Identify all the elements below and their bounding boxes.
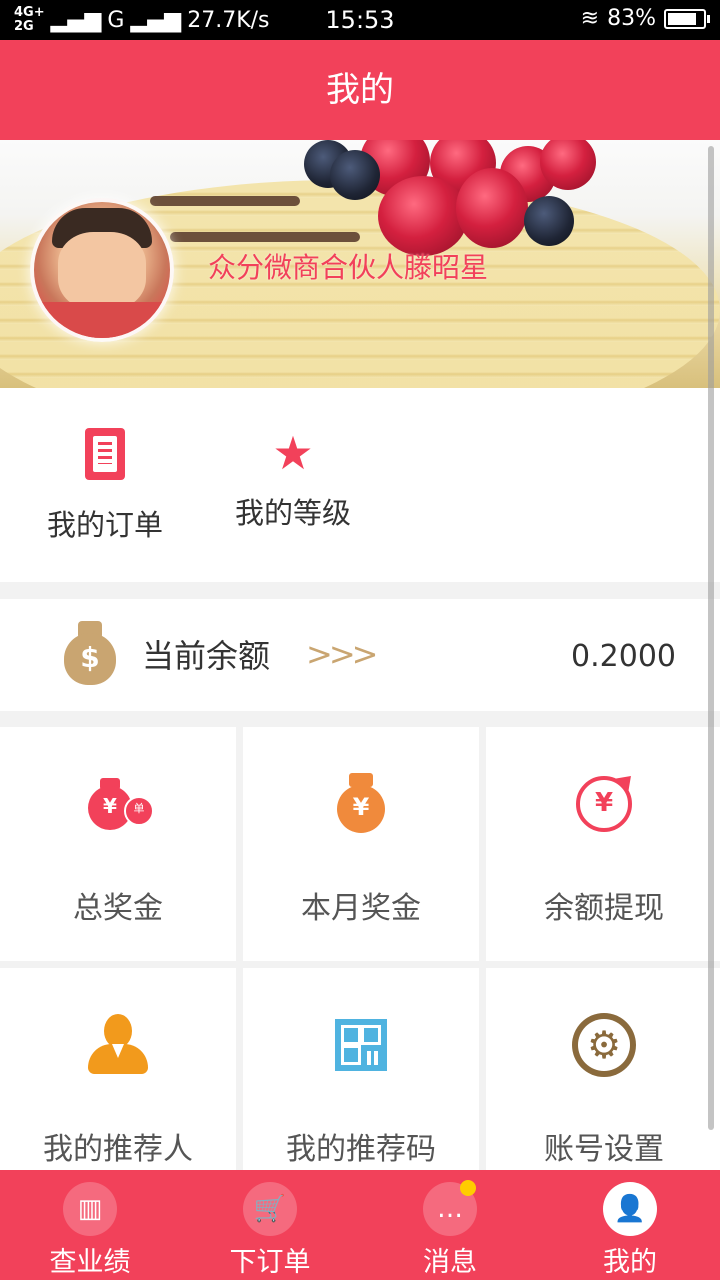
status-bar: 4G+ 2G ▂▄▆ G ▂▄▆ 27.7K/s 15:53 ≋ 83%: [0, 0, 720, 40]
battery-icon: [664, 8, 710, 29]
qr-corner: [341, 1045, 361, 1065]
money-bag-graphic: ¥: [337, 773, 385, 835]
decoration: [170, 232, 360, 242]
scrollbar[interactable]: [708, 146, 714, 1130]
my-orders-link[interactable]: 我的订单: [40, 428, 170, 544]
notification-dot: [460, 1180, 476, 1196]
user-name: 众分微商合伙人滕昭星: [208, 251, 489, 284]
decoration: [150, 196, 300, 206]
star-icon: ★: [272, 426, 314, 480]
withdraw-graphic: ¥: [576, 768, 639, 832]
document-icon: [85, 428, 125, 480]
money-bags-graphic: ¥ 单: [88, 774, 154, 834]
avatar-shirt: [34, 302, 170, 338]
gear-glyph: ⚙: [578, 1019, 630, 1071]
tab-messages[interactable]: … 消息: [360, 1170, 540, 1280]
account-settings-tile[interactable]: ⚙ 账号设置: [486, 968, 720, 1202]
chart-icon: ▥: [63, 1182, 117, 1236]
person-graphic: [88, 1014, 148, 1076]
tab-messages-label: 消息: [423, 1247, 477, 1278]
referrer-icon: [0, 1012, 236, 1078]
gear-ring: ⚙: [572, 1013, 636, 1077]
my-orders-label: 我的订单: [46, 508, 163, 542]
balance-value: 0.2000: [571, 639, 676, 674]
qr-code-icon: [243, 1012, 479, 1078]
battery-percent: 83%: [607, 6, 656, 31]
chevrons-icon: >>>: [306, 635, 378, 673]
raspberry: [378, 176, 468, 256]
tab-order[interactable]: 🛒 下订单: [180, 1170, 360, 1280]
total-bonus-tile[interactable]: ¥ 单 总奖金: [0, 727, 236, 961]
money-bag-icon: ¥: [243, 771, 479, 837]
withdraw-icon: ¥: [486, 768, 720, 837]
referral-code-tile[interactable]: 我的推荐码: [243, 968, 479, 1202]
avatar[interactable]: [30, 198, 174, 342]
person-head: [104, 1014, 132, 1048]
person-collar: [112, 1044, 124, 1058]
monthly-bonus-label: 本月奖金: [301, 891, 421, 926]
tab-mine[interactable]: 👤 我的: [540, 1170, 720, 1280]
battery-fill: [668, 12, 697, 25]
raspberry: [540, 140, 596, 190]
small-bag-symbol: 单: [133, 802, 145, 815]
money-bag-icon: $: [64, 621, 116, 687]
yen-symbol: ¥: [352, 793, 370, 821]
monthly-bonus-tile[interactable]: ¥ 本月奖金: [243, 727, 479, 961]
balance-row[interactable]: $ 当前余额 >>> 0.2000: [0, 599, 720, 711]
profile-banner: 众分微商合伙人滕昭星: [0, 140, 720, 388]
raspberry: [456, 168, 528, 248]
referrer-tile[interactable]: 我的推荐人: [0, 968, 236, 1202]
my-level-link[interactable]: ★ 我的等级: [228, 428, 358, 532]
cart-icon: 🛒: [243, 1182, 297, 1236]
gear-icon: ⚙: [486, 1012, 720, 1078]
quick-links: 我的订单 ★ 我的等级: [0, 388, 720, 582]
user-icon: 👤: [603, 1182, 657, 1236]
qr-graphic: [335, 1019, 387, 1071]
account-settings-label: 账号设置: [544, 1132, 664, 1167]
wifi-icon: ≋: [580, 6, 600, 31]
qr-corner: [361, 1025, 381, 1045]
tab-performance[interactable]: ▥ 查业绩: [0, 1170, 180, 1280]
tab-order-label: 下订单: [229, 1247, 311, 1278]
my-level-label: 我的等级: [234, 496, 351, 530]
bottom-nav: ▥ 查业绩 🛒 下订单 … 消息 👤 我的: [0, 1170, 720, 1280]
page-title: 我的: [0, 40, 720, 140]
blueberry: [524, 196, 574, 246]
dollar-symbol: $: [80, 641, 100, 674]
total-bonus-label: 总奖金: [73, 891, 163, 926]
referrer-label: 我的推荐人: [43, 1132, 193, 1167]
withdraw-tile[interactable]: ¥ 余额提现: [486, 727, 720, 961]
balance-label: 当前余额: [142, 637, 271, 675]
tab-performance-label: 查业绩: [49, 1247, 131, 1278]
avatar-face: [58, 232, 146, 310]
yen-symbol: ¥: [594, 788, 614, 818]
referral-code-label: 我的推荐码: [286, 1132, 436, 1167]
money-bags-icon: ¥ 单: [0, 771, 236, 837]
withdraw-label: 余额提现: [544, 891, 664, 926]
blueberry: [330, 150, 380, 200]
status-right: ≋ 83%: [580, 6, 710, 31]
tab-mine-label: 我的: [603, 1247, 657, 1278]
